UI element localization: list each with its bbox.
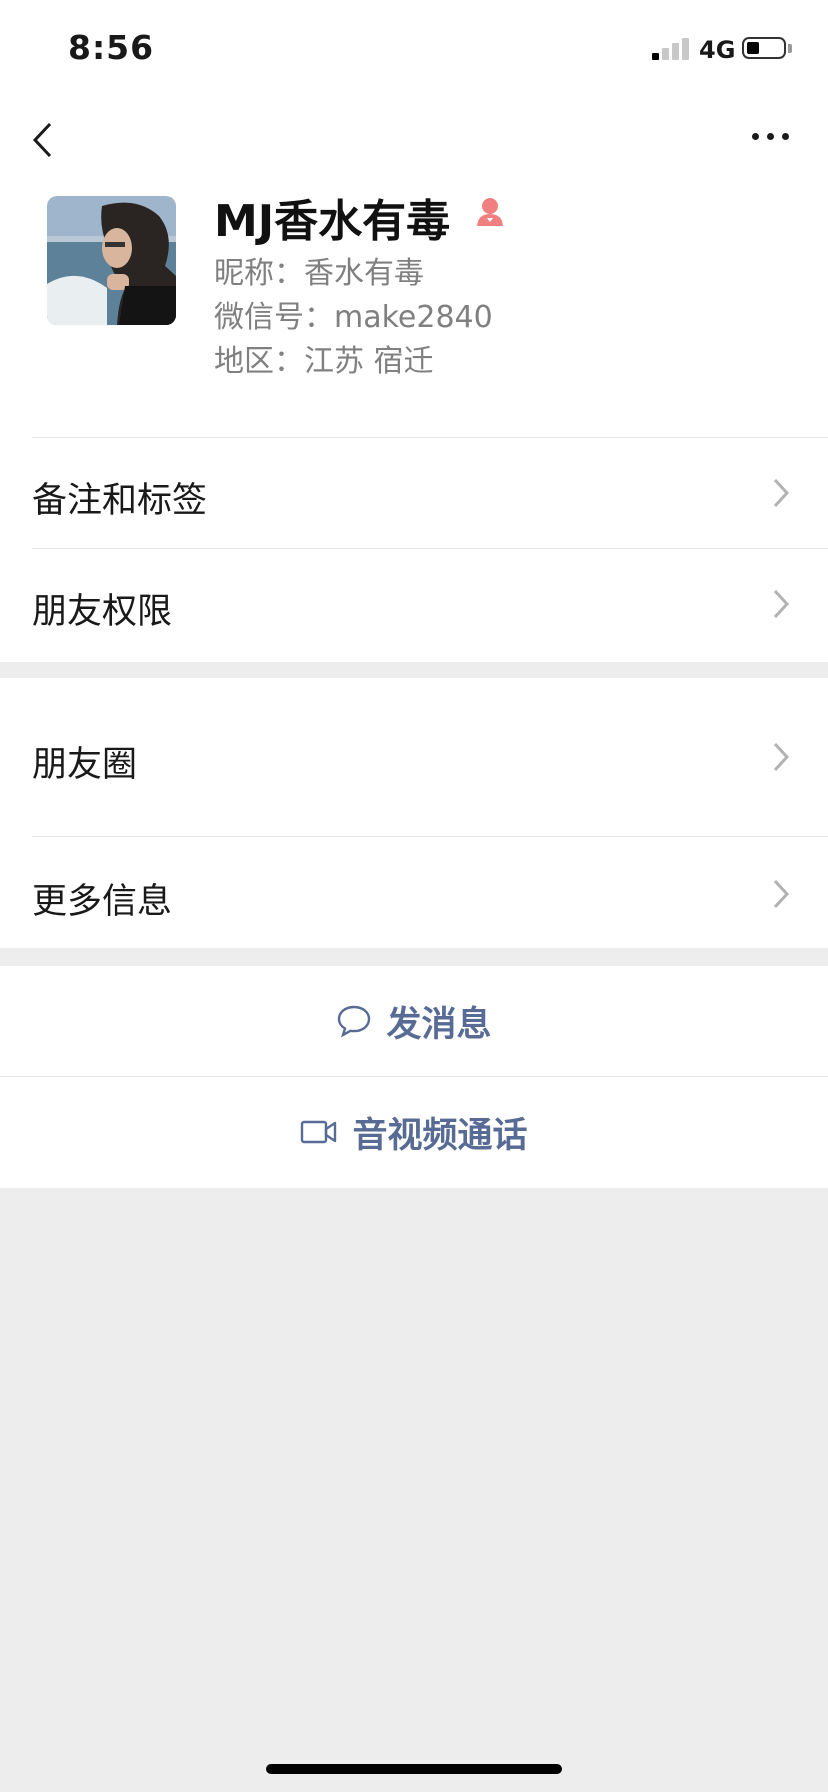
battery-icon <box>742 37 786 59</box>
chat-bubble-icon <box>338 1005 371 1038</box>
more-dot-icon <box>767 133 774 140</box>
region-text: 地区：江苏 宿迁 <box>214 344 434 379</box>
more-button[interactable] <box>746 124 796 148</box>
chevron-right-icon <box>773 478 790 508</box>
avatar[interactable] <box>47 196 176 325</box>
chevron-left-icon <box>32 122 52 158</box>
signal-icon <box>652 36 692 60</box>
menu-label: 朋友圈 <box>32 745 138 785</box>
more-dot-icon <box>752 133 759 140</box>
wechat-id-text: 微信号：make2840 <box>214 300 493 335</box>
battery-tip <box>788 44 792 53</box>
more-dot-icon <box>782 133 789 140</box>
chevron-right-icon <box>773 742 790 772</box>
avatar-image <box>47 196 176 325</box>
video-call-label: 音视频通话 <box>352 1115 528 1156</box>
send-message-label: 发消息 <box>386 1004 492 1045</box>
network-type: 4G <box>699 36 736 64</box>
menu-label: 备注和标签 <box>32 481 208 521</box>
menu-item-remark-tags[interactable]: 备注和标签 <box>0 438 828 548</box>
chevron-right-icon <box>773 879 790 909</box>
chevron-right-icon <box>773 589 790 619</box>
contact-name: MJ香水有毒 <box>214 196 451 247</box>
menu-label: 更多信息 <box>32 882 173 922</box>
female-icon <box>474 196 506 228</box>
send-message-button[interactable]: 发消息 <box>0 966 828 1076</box>
nickname-text: 昵称：香水有毒 <box>214 256 424 291</box>
video-camera-icon <box>301 1120 337 1144</box>
menu-item-more-info[interactable]: 更多信息 <box>0 837 828 948</box>
menu-label: 朋友权限 <box>32 592 173 632</box>
home-indicator[interactable] <box>266 1764 562 1774</box>
back-button[interactable] <box>26 116 62 164</box>
status-time: 8:56 <box>68 28 155 67</box>
menu-item-friend-permissions[interactable]: 朋友权限 <box>0 549 828 659</box>
menu-item-moments[interactable]: 朋友圈 <box>0 678 828 836</box>
video-call-button[interactable]: 音视频通话 <box>0 1077 828 1187</box>
